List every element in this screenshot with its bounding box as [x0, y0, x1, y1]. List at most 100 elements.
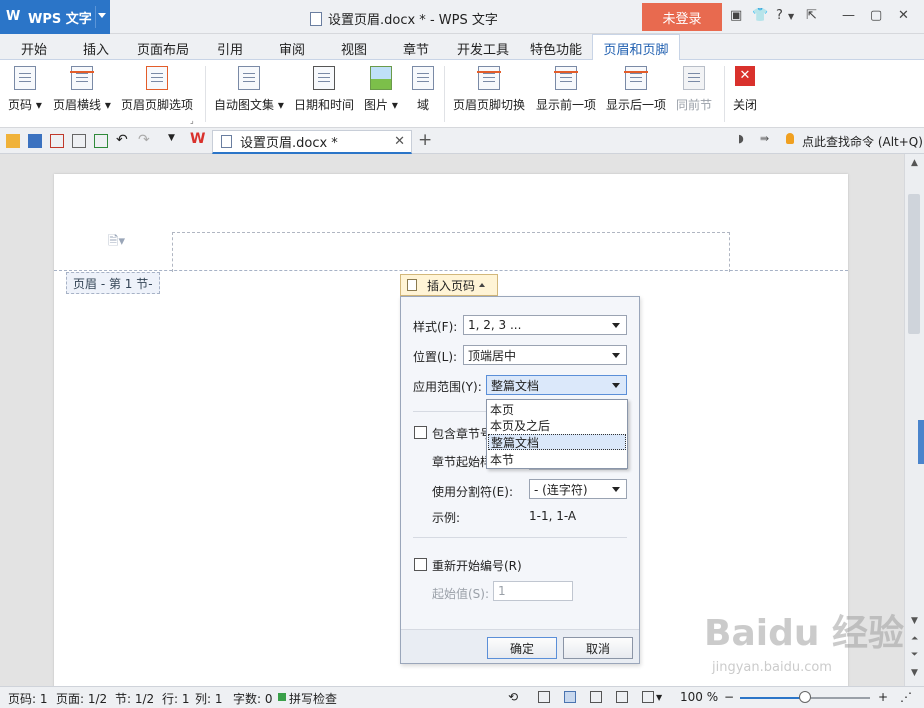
status-section: 节: 1/2 [115, 692, 155, 706]
separator-select[interactable]: - (连字符) [529, 479, 627, 499]
cancel-button[interactable]: 取消 [563, 637, 633, 659]
ok-button[interactable]: 确定 [487, 637, 557, 659]
close-tab-icon[interactable]: ✕ [394, 134, 405, 149]
tab-chapter[interactable]: 章节 [403, 39, 429, 58]
tab-home[interactable]: 开始 [21, 39, 47, 58]
tab-review[interactable]: 审阅 [279, 39, 305, 58]
insert-page-number-label: 插入页码 [427, 278, 476, 293]
insert-page-number-button[interactable]: 插入页码 [400, 274, 498, 296]
date-time-button[interactable]: 日期和时间 [294, 66, 354, 113]
web-view-icon[interactable] [616, 691, 628, 703]
dialog-launcher-icon[interactable]: ⌟ [190, 116, 194, 125]
chevron-down-icon[interactable]: ▼ [788, 12, 794, 21]
include-chapter-checkbox[interactable] [414, 426, 427, 439]
chevron-down-icon[interactable]: ▼ [168, 133, 182, 147]
restart-numbering-label: 重新开始编号(R) [432, 559, 522, 573]
print-icon[interactable] [72, 134, 86, 148]
chevron-down-icon[interactable] [98, 13, 106, 18]
separator-label: 使用分割符(E): [432, 485, 513, 499]
field-button[interactable]: 域 [412, 66, 434, 113]
resize-grip-icon[interactable]: ⋰ [900, 690, 912, 704]
open-folder-icon[interactable] [6, 134, 20, 148]
tab-header-footer[interactable]: 页眉和页脚 [592, 34, 680, 61]
zoom-in-icon[interactable]: + [878, 690, 888, 704]
app-menu-button[interactable]: W WPS 文字 [0, 0, 110, 34]
style-select[interactable]: 1, 2, 3 ... [463, 315, 627, 335]
scroll-up-icon[interactable]: ▲ [911, 158, 918, 168]
page-down-icon[interactable]: ⏷ [911, 650, 918, 660]
zoom-slider-thumb[interactable] [799, 691, 811, 703]
header-line-button[interactable]: 页眉横线 ▾ [53, 66, 111, 113]
header-footer-options-button[interactable]: 页眉页脚选项 [121, 66, 193, 113]
document-icon[interactable]: 🗎▾ [108, 232, 125, 254]
document-tab[interactable]: 设置页眉.docx * ✕ [212, 130, 412, 154]
print-preview-icon[interactable] [94, 134, 108, 148]
divider [205, 66, 206, 122]
scope-option-this-page-onward[interactable]: 本页及之后 [488, 417, 626, 433]
restore-toolbar-icon[interactable]: ⇱ [806, 8, 817, 23]
header-area[interactable] [172, 232, 730, 272]
shirt-icon[interactable]: 👕 [752, 8, 768, 23]
zoom-out-icon[interactable]: − [724, 690, 734, 704]
scroll-thumb[interactable] [908, 194, 920, 334]
spell-check-button[interactable]: 拼写检查 [289, 690, 337, 707]
zoom-slider[interactable] [740, 691, 870, 703]
scope-select[interactable]: 整篇文档 [486, 375, 627, 395]
fullscreen-icon[interactable] [538, 691, 550, 703]
save-icon[interactable] [28, 134, 42, 148]
page-up-icon[interactable]: ⏶ [911, 634, 918, 644]
status-word-count[interactable]: 字数: 0 [233, 690, 273, 707]
separator-value: - (连字符) [534, 482, 588, 497]
picture-button[interactable]: 图片 ▾ [364, 66, 398, 113]
skin-icon[interactable]: ▣ [730, 8, 742, 23]
start-value-input[interactable]: 1 [493, 581, 573, 601]
show-prev-button[interactable]: 显示前一项 [536, 66, 596, 113]
tab-special[interactable]: 特色功能 [530, 39, 582, 58]
close-header-footer-button[interactable]: ✕ 关闭 [733, 66, 757, 113]
restart-numbering-checkbox[interactable] [414, 558, 427, 571]
field-icon [412, 66, 434, 90]
switch-header-footer-button[interactable]: 页眉页脚切换 [453, 66, 525, 113]
position-select[interactable]: 顶端居中 [463, 345, 627, 365]
show-prev-label: 显示前一项 [536, 98, 597, 112]
scope-option-this-page[interactable]: 本页 [488, 401, 626, 417]
maximize-icon[interactable]: ▢ [870, 8, 882, 23]
collapse-icon[interactable]: ◗ [738, 132, 752, 146]
login-button[interactable]: 未登录 [642, 3, 722, 31]
help-icon[interactable]: ? [776, 8, 783, 23]
header-line-label: 页眉横线 [53, 98, 102, 112]
page-number-dialog: 样式(F): 1, 2, 3 ... 位置(L): 顶端居中 应用范围(Y): … [400, 296, 640, 664]
scope-option-this-section[interactable]: 本节 [488, 451, 626, 467]
auto-text-icon [237, 66, 260, 90]
tab-insert[interactable]: 插入 [83, 39, 109, 58]
page-view-icon[interactable] [564, 691, 576, 703]
chevron-down-icon [612, 353, 620, 358]
minimize-icon[interactable]: — [842, 8, 855, 23]
history-icon[interactable]: ⟲ [508, 690, 518, 704]
show-next-button[interactable]: 显示后一项 [606, 66, 666, 113]
arrow-left-icon [554, 66, 578, 90]
scroll-bottom-icon[interactable]: ▼ [911, 668, 918, 678]
share-icon[interactable]: ⇛ [760, 132, 774, 146]
page-number-button[interactable]: 页码 ▾ [8, 66, 42, 113]
undo-icon[interactable]: ↶ [116, 132, 130, 148]
chevron-down-icon[interactable]: ▼ [656, 693, 662, 702]
find-command-input[interactable]: 点此查找命令 (Alt+Q) [802, 133, 923, 150]
close-icon[interactable]: ✕ [898, 8, 909, 23]
reading-view-icon[interactable] [642, 691, 654, 703]
outline-view-icon[interactable] [590, 691, 602, 703]
same-as-prev-button[interactable]: 同前节 [676, 66, 712, 113]
scroll-down-icon[interactable]: ▼ [911, 616, 918, 626]
side-panel-toggle[interactable] [918, 420, 924, 464]
auto-text-button[interactable]: 自动图文集 ▾ [214, 66, 284, 113]
example-value: 1-1, 1-A [529, 509, 577, 523]
redo-icon[interactable]: ↷ [138, 132, 152, 148]
new-tab-icon[interactable]: + [418, 130, 432, 150]
scope-option-whole-document[interactable]: 整篇文档 [488, 434, 626, 450]
export-pdf-icon[interactable] [50, 134, 64, 148]
tab-view[interactable]: 视图 [341, 39, 367, 58]
same-as-prev-icon [683, 66, 705, 90]
tab-developer[interactable]: 开发工具 [457, 39, 509, 58]
tab-page-layout[interactable]: 页面布局 [137, 39, 189, 58]
tab-references[interactable]: 引用 [217, 39, 243, 58]
